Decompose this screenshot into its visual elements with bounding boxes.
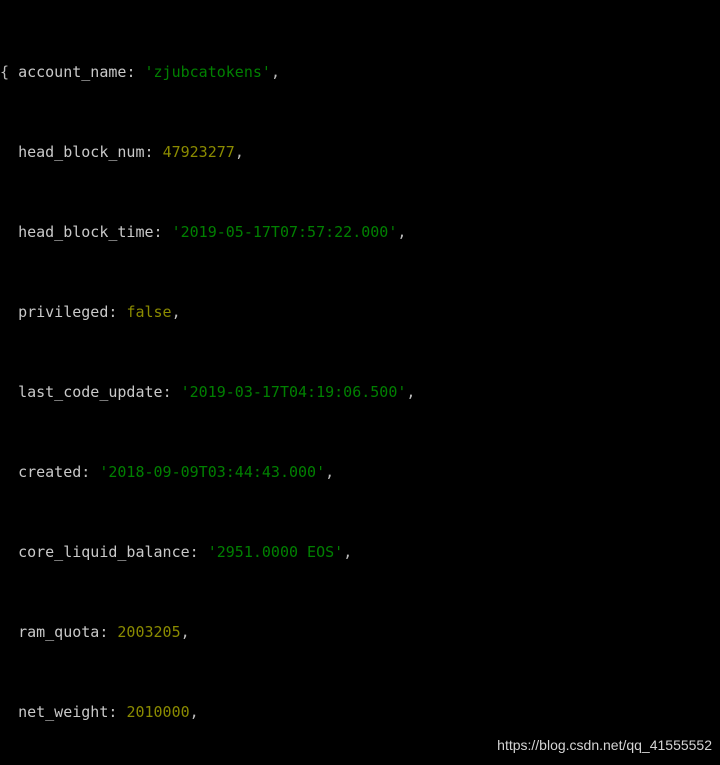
watermark-url: https://blog.csdn.net/qq_41555552	[497, 737, 712, 753]
key-head-block-time: head_block_time	[18, 223, 154, 241]
line-created: created: '2018-09-09T03:44:43.000',	[18, 463, 335, 481]
value-account-name: 'zjubcatokens'	[144, 63, 271, 81]
key-account-name: account_name	[18, 63, 127, 81]
line-ram-quota: ram_quota: 2003205,	[18, 623, 190, 641]
line-account-name: { account_name: 'zjubcatokens',	[0, 63, 280, 81]
line-last-code-update: last_code_update: '2019-03-17T04:19:06.5…	[18, 383, 416, 401]
line-privileged: privileged: false,	[18, 303, 181, 321]
key-last-code-update: last_code_update	[18, 383, 163, 401]
key-created: created	[18, 463, 82, 481]
value-created: '2018-09-09T03:44:43.000'	[99, 463, 326, 481]
value-head-block-time: '2019-05-17T07:57:22.000'	[171, 223, 398, 241]
line-core-liquid-balance: core_liquid_balance: '2951.0000 EOS',	[18, 543, 353, 561]
value-net-weight: 2010000	[126, 703, 190, 721]
key-core-liquid-balance: core_liquid_balance	[18, 543, 190, 561]
value-head-block-num: 47923277	[162, 143, 235, 161]
terminal-output: { account_name: 'zjubcatokens', head_blo…	[0, 0, 641, 765]
key-privileged: privileged	[18, 303, 109, 321]
value-privileged: false	[126, 303, 172, 321]
value-last-code-update: '2019-03-17T04:19:06.500'	[180, 383, 407, 401]
line-net-weight: net_weight: 2010000,	[18, 703, 199, 721]
key-ram-quota: ram_quota	[18, 623, 100, 641]
value-ram-quota: 2003205	[117, 623, 181, 641]
open-brace: {	[0, 63, 19, 81]
line-head-block-time: head_block_time: '2019-05-17T07:57:22.00…	[18, 223, 407, 241]
terminal-window: { account_name: 'zjubcatokens', head_blo…	[0, 0, 720, 765]
line-head-block-num: head_block_num: 47923277,	[18, 143, 244, 161]
key-head-block-num: head_block_num	[18, 143, 145, 161]
value-core-liquid-balance: '2951.0000 EOS'	[207, 543, 344, 561]
key-net-weight: net_weight	[18, 703, 109, 721]
